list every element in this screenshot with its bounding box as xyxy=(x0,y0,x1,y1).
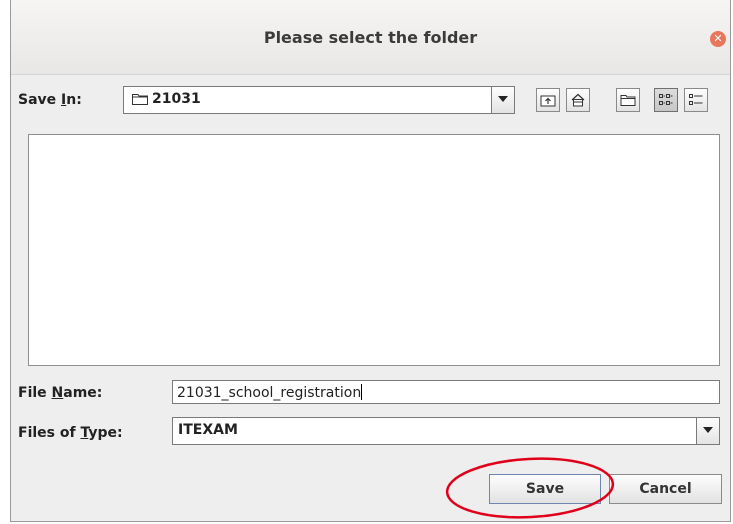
files-of-type-value: ITEXAM xyxy=(178,422,238,438)
files-of-type-combo[interactable]: ITEXAM xyxy=(172,417,720,445)
file-chooser-dialog: Please select the folder ✕ Save In: 2103… xyxy=(10,0,731,522)
chevron-down-icon[interactable] xyxy=(696,418,719,444)
details-view-icon xyxy=(689,94,703,105)
file-name-value: 21031_school_registration xyxy=(177,385,362,401)
home-icon xyxy=(571,93,585,107)
details-view-button[interactable] xyxy=(684,88,708,112)
cancel-button[interactable]: Cancel xyxy=(609,474,722,504)
title-bar[interactable]: Please select the folder ✕ xyxy=(11,0,730,75)
file-name-input[interactable]: 21031_school_registration xyxy=(172,380,720,404)
list-view-icon xyxy=(659,94,673,105)
save-in-value: 21031 xyxy=(152,91,201,107)
new-folder-button[interactable] xyxy=(616,88,640,112)
save-in-combo[interactable]: 21031 xyxy=(123,86,515,114)
text-caret xyxy=(361,384,363,400)
files-of-type-label: Files of Type: xyxy=(18,425,123,441)
dialog-title: Please select the folder xyxy=(263,28,478,47)
list-view-button[interactable] xyxy=(654,88,678,112)
chevron-down-icon[interactable] xyxy=(491,87,514,113)
file-list[interactable] xyxy=(28,134,720,366)
file-name-label: File Name: xyxy=(18,385,103,401)
folder-icon xyxy=(132,94,148,105)
folder-up-icon xyxy=(540,95,556,107)
save-in-label: Save In: xyxy=(18,92,82,108)
new-folder-icon xyxy=(620,95,636,106)
home-button[interactable] xyxy=(566,88,590,112)
close-icon[interactable]: ✕ xyxy=(710,31,726,47)
up-one-level-button[interactable] xyxy=(536,88,560,112)
highlight-ellipse xyxy=(445,457,615,519)
